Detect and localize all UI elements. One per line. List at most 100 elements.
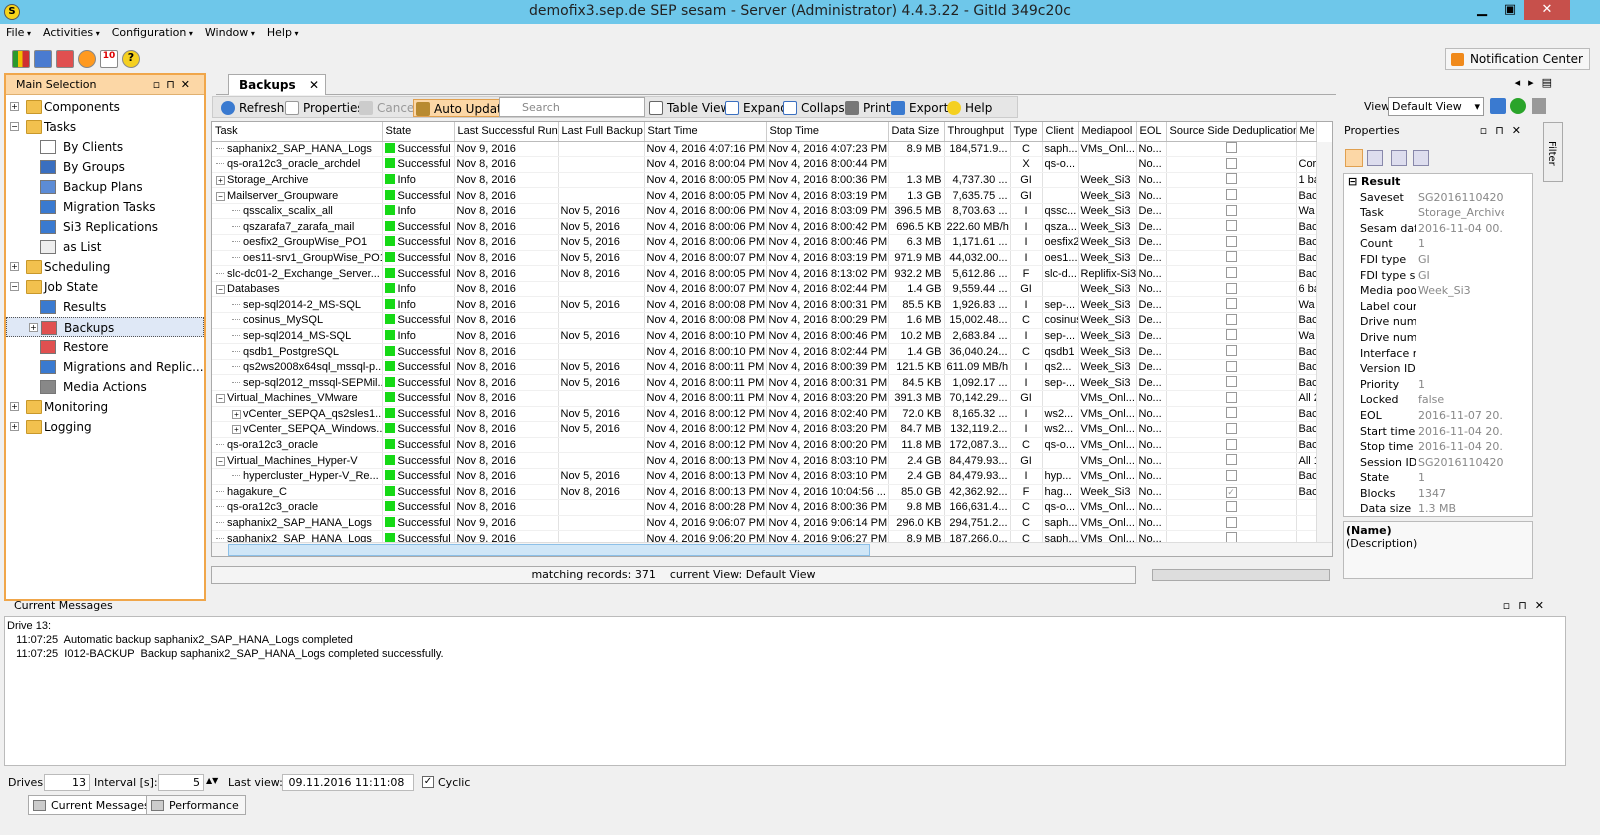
backup-icon[interactable] <box>34 50 52 68</box>
menu-configuration[interactable]: Configuration <box>106 24 199 39</box>
table-row[interactable]: qsdb1_PostgreSQL Successful Nov 8, 2016 Nov… <box>212 343 1317 360</box>
dashboard-icon[interactable] <box>12 50 30 68</box>
apply-view-icon[interactable] <box>1510 98 1526 114</box>
property-row[interactable]: Data size 1.3 MB <box>1344 501 1532 516</box>
tree-item-backups[interactable]: + Backups <box>6 317 204 337</box>
table-view-button[interactable]: Table View <box>647 99 730 117</box>
row-expand-icon[interactable]: + <box>232 425 241 435</box>
column-header-source-side-deduplication[interactable]: Source Side Deduplication <box>1166 122 1297 142</box>
tab-close-icon[interactable]: ✕ <box>309 78 319 92</box>
menu-activities[interactable]: Activities <box>37 24 106 39</box>
tree-item-by-groups[interactable]: By Groups <box>6 157 204 177</box>
table-row[interactable]: sep-sql2014_MS-SQL Info Nov 8, 2016 Nov 5, … <box>212 328 1317 345</box>
delete-view-icon[interactable] <box>1532 98 1546 114</box>
table-row[interactable]: − Virtual_Machines_VMware Successful Nov 8,… <box>212 390 1317 407</box>
column-header-eol[interactable]: EOL <box>1136 122 1167 142</box>
table-row[interactable]: oesfix2_GroupWise_PO1 Successful Nov 8, 20… <box>212 234 1317 251</box>
export-button[interactable]: Export <box>889 99 948 117</box>
properties-button[interactable]: Properties <box>283 99 364 117</box>
view-select[interactable]: Default View ▾ <box>1388 97 1484 116</box>
expand-toggle-icon[interactable]: + <box>10 102 19 111</box>
tree-item-migrations-and-replic[interactable]: Migrations and Replic... <box>6 357 204 377</box>
user-icon[interactable] <box>78 50 96 68</box>
expand-toggle-icon[interactable]: + <box>10 402 19 411</box>
table-row[interactable]: qs-ora12c3_oracle_archdel Successful Nov 8… <box>212 156 1317 173</box>
tree-item-restore[interactable]: Restore <box>6 337 204 357</box>
tab-backups[interactable]: Backups ✕ <box>228 74 326 95</box>
interval-field[interactable]: 5 <box>158 774 204 791</box>
column-header-last-successful-run[interactable]: Last Successful Run <box>454 122 559 142</box>
property-row[interactable]: EOL 2016-11-07 20... <box>1344 408 1532 424</box>
expand-toggle-icon[interactable]: − <box>10 282 19 291</box>
cancel-button[interactable]: Cancel <box>357 99 418 117</box>
column-header-start-time[interactable]: Start Time <box>644 122 767 142</box>
restore-icon[interactable] <box>56 50 74 68</box>
interval-spinner-icon[interactable]: ▲▼ <box>206 776 218 785</box>
column-header-mediapool[interactable]: Mediapool <box>1078 122 1137 142</box>
menu-file[interactable]: File <box>0 24 37 39</box>
property-row[interactable]: Label count <box>1344 299 1532 315</box>
minimize-button[interactable]: ▁ <box>1468 0 1496 20</box>
row-expand-icon[interactable]: − <box>216 191 225 201</box>
property-row[interactable]: Drive numb... <box>1344 330 1532 346</box>
save-view-icon[interactable] <box>1490 98 1506 114</box>
cyclic-checkbox[interactable]: ✓ <box>422 776 434 788</box>
table-row[interactable]: + vCenter_SEPQA_Windows... Successful Nov 8… <box>212 421 1317 438</box>
column-header-me[interactable]: Me <box>1296 122 1317 142</box>
filter-side-tab[interactable]: Filter <box>1543 122 1563 182</box>
row-expand-icon[interactable]: + <box>216 175 225 185</box>
row-expand-icon[interactable]: + <box>232 409 241 419</box>
table-row[interactable]: − Databases Info Nov 8, 2016 Nov 4, 2016 8:0… <box>212 281 1317 298</box>
refresh-button[interactable]: Refresh <box>219 99 284 117</box>
column-header-state[interactable]: State <box>382 122 455 142</box>
table-row[interactable]: qszarafa7_zarafa_mail Successful Nov 8, 20… <box>212 218 1317 236</box>
categorized-icon[interactable] <box>1345 149 1363 167</box>
table-row[interactable]: + Storage_Archive Info Nov 8, 2016 Nov 4, 20… <box>212 172 1317 189</box>
property-row[interactable]: Drive number <box>1344 314 1532 330</box>
table-row[interactable]: hagakure_C Successful Nov 8, 2016 Nov 8, 20… <box>212 484 1317 501</box>
property-row[interactable]: Version ID <box>1344 361 1532 377</box>
property-row[interactable]: Session IDSG2016110420... <box>1344 455 1532 471</box>
row-expand-icon[interactable]: − <box>216 456 225 466</box>
table-row[interactable]: qs2ws2008x64sql_mssql-p... Successful Nov … <box>212 359 1317 376</box>
property-row[interactable]: Priority 1 <box>1344 377 1532 393</box>
panel-controls[interactable]: ▫⊓✕ <box>153 78 196 91</box>
properties-controls[interactable]: ▫⊓✕ <box>1480 124 1529 137</box>
maximize-button[interactable]: ▣ <box>1496 0 1524 20</box>
tree-item-monitoring[interactable]: + Monitoring <box>6 397 204 417</box>
table-row[interactable]: qs-ora12c3_oracle Successful Nov 8, 2016 No… <box>212 437 1317 454</box>
table-row[interactable]: saphanix2_SAP_HANA_Logs Successful Nov 9, … <box>212 141 1317 158</box>
property-row[interactable]: Blocks 1347 <box>1344 486 1532 502</box>
expand-toggle-icon[interactable]: − <box>10 122 19 131</box>
help-button[interactable]: Help <box>945 99 992 117</box>
tree-item-backup-plans[interactable]: Backup Plans <box>6 177 204 197</box>
property-row[interactable]: Stop time 2016-11-04 20... <box>1344 439 1532 455</box>
tab-current-messages[interactable]: Current Messages <box>28 795 157 815</box>
property-row[interactable]: Media poolWeek_Si3 <box>1344 283 1532 299</box>
property-row[interactable]: Saveset SG2016110420... <box>1344 190 1532 206</box>
table-row[interactable]: sep-sql2014-2_MS-SQL Info Nov 8, 2016 Nov 5… <box>212 296 1317 314</box>
expand-toggle-icon[interactable]: + <box>29 323 38 332</box>
tree-item-results[interactable]: Results <box>6 297 204 317</box>
tree-item-si3-replications[interactable]: Si3 Replications <box>6 217 204 237</box>
tree-item-components[interactable]: + Components <box>6 97 204 117</box>
column-header-last-full-backup[interactable]: Last Full Backup <box>558 122 645 142</box>
expand-toggle-icon[interactable]: + <box>10 422 19 431</box>
property-row[interactable]: State 1 <box>1344 470 1532 486</box>
tab-navigation[interactable]: ◂▸▤ <box>1515 76 1560 89</box>
search-input[interactable]: Search <box>499 97 645 117</box>
table-row[interactable]: + vCenter_SEPQA_qs2sles1... Successful Nov … <box>212 406 1317 423</box>
scroll-thumb[interactable] <box>228 544 870 556</box>
column-header-type[interactable]: Type <box>1010 122 1043 142</box>
expand-all-icon[interactable] <box>1391 150 1407 166</box>
row-expand-icon[interactable]: − <box>216 394 225 404</box>
print-button[interactable]: Print <box>843 99 891 117</box>
table-row[interactable]: cosinus_MySQL Successful Nov 8, 2016 Nov 4,… <box>212 312 1317 329</box>
tree-item-scheduling[interactable]: + Scheduling <box>6 257 204 277</box>
calendar-icon[interactable]: 10 <box>100 50 118 68</box>
tree-item-as-list[interactable]: as List <box>6 237 204 257</box>
tab-performance[interactable]: Performance <box>146 795 246 815</box>
help-icon[interactable]: ? <box>122 50 140 68</box>
table-row[interactable]: hypercluster_Hyper-V_Re... Successful Nov … <box>212 468 1317 485</box>
table-row[interactable]: qs-ora12c3_oracle Successful Nov 8, 2016 No… <box>212 499 1317 516</box>
